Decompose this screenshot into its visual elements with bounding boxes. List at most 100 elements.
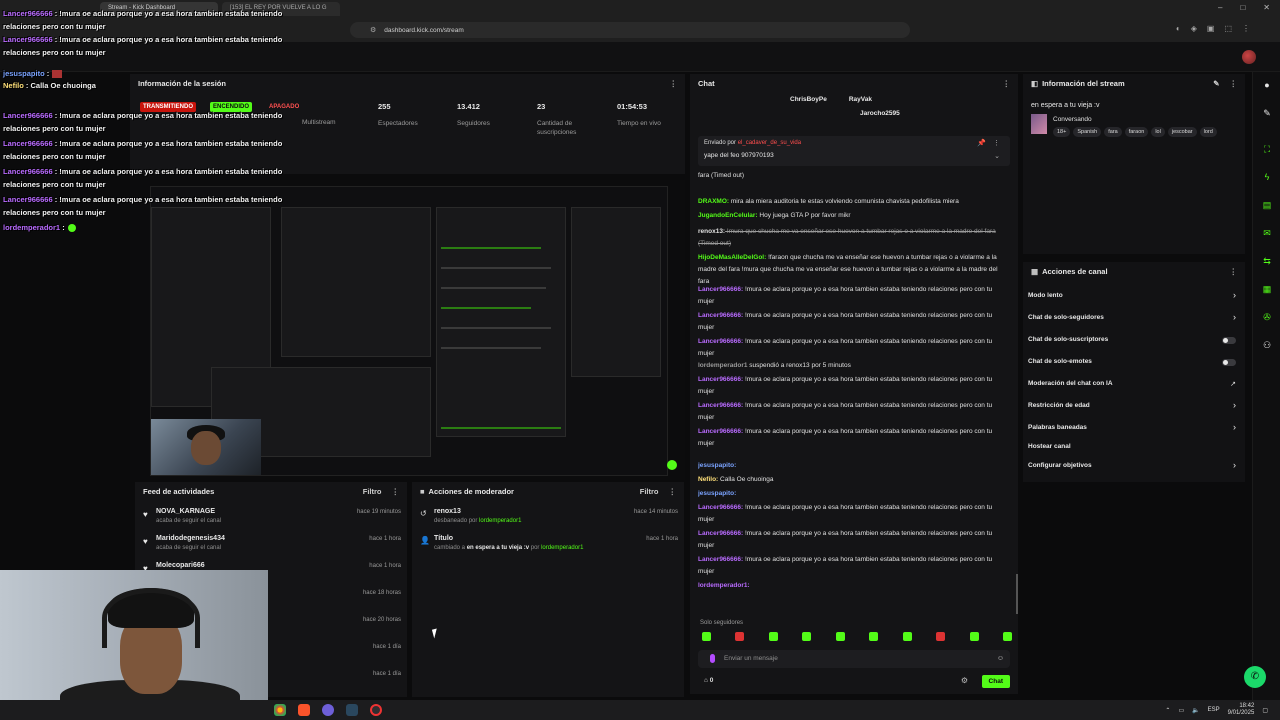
chat-username[interactable]: Lancer966666: [698, 504, 743, 511]
more-options-icon[interactable]: ⋮ [993, 139, 1000, 147]
chat-username[interactable]: Lancer966666: [698, 376, 743, 383]
mod-action-moderator[interactable]: lordemperador1 [479, 518, 521, 524]
stream-category[interactable]: Conversando [1053, 116, 1092, 123]
more-options-icon[interactable]: ⋮ [669, 487, 677, 496]
tag[interactable]: lord [1199, 127, 1217, 137]
top-user[interactable]: Jarocho2595 [860, 110, 900, 117]
chat-username[interactable]: DRAXMO: [698, 198, 729, 205]
gear-icon[interactable]: ⚙ [961, 676, 968, 685]
notifications-icon[interactable]: ▢ [1262, 707, 1268, 714]
toggle-switch[interactable] [1222, 359, 1236, 366]
close-icon[interactable]: ✕ [1263, 3, 1270, 12]
chat-username[interactable]: jesuspapito: [698, 490, 736, 497]
chat-username[interactable]: jesuspapito: [698, 462, 736, 469]
toggle-switch[interactable] [1222, 337, 1236, 344]
top-user[interactable]: ChrisBoyPe [790, 96, 827, 103]
more-options-icon[interactable]: ⋮ [1003, 79, 1011, 88]
rail-edit-icon[interactable]: ✎ [1260, 106, 1274, 120]
pinned-user[interactable]: el_cadaver_de_su_vida [738, 140, 801, 146]
chat-input-placeholder[interactable]: Enviar un mensaje [724, 655, 778, 662]
mod-action-moderator[interactable]: lordemperador1 [541, 545, 583, 551]
more-options-icon[interactable]: ⋮ [1230, 267, 1238, 276]
rail-dashboard-icon[interactable]: ● [1260, 78, 1274, 92]
chat-username[interactable]: JugandoEnCelular: [698, 212, 758, 219]
top-user[interactable]: RayVak [849, 96, 872, 103]
pin-icon[interactable]: 📌 [977, 139, 986, 147]
more-options-icon[interactable]: ⋮ [1230, 79, 1238, 88]
emote[interactable] [735, 632, 745, 641]
chat-message-input[interactable]: Enviar un mensaje ☺ [698, 650, 1010, 668]
channel-action-item[interactable]: Configurar objetivos › [1028, 460, 1240, 474]
chat-username[interactable]: Lancer966666: [698, 338, 743, 345]
tag[interactable]: fara [1104, 127, 1122, 137]
chevron-right-icon[interactable]: › [1233, 290, 1236, 300]
emote[interactable] [768, 632, 778, 641]
send-chat-button[interactable]: Chat [981, 675, 1010, 688]
chevron-up-icon[interactable]: ⌃ [1165, 707, 1170, 714]
emote[interactable] [835, 632, 845, 641]
obs-icon[interactable] [370, 704, 382, 716]
chat-username[interactable]: renox13: [698, 228, 725, 235]
chevron-right-icon[interactable]: › [1233, 460, 1236, 470]
tag[interactable]: Spanish [1073, 127, 1102, 137]
support-chat-button[interactable]: ✆ [1244, 666, 1266, 688]
tag[interactable]: jescobar [1167, 127, 1197, 137]
channel-action-item[interactable]: Restricción de edad › [1028, 400, 1240, 414]
chat-username[interactable]: Nefilo: [698, 476, 718, 483]
emote[interactable] [802, 632, 812, 641]
chat-username[interactable]: Lancer966666: [698, 530, 743, 537]
feed-username[interactable]: Maridodegenesis434 [156, 535, 225, 542]
chrome-icon[interactable] [274, 704, 286, 716]
external-link-icon[interactable]: ↗ [1230, 380, 1236, 388]
steam-icon[interactable] [346, 704, 358, 716]
channel-action-item[interactable]: Palabras baneadas › [1028, 422, 1240, 436]
chevron-down-icon[interactable]: ⌄ [994, 152, 1000, 160]
emote[interactable] [902, 632, 912, 641]
edit-icon[interactable]: ✎ [1213, 79, 1219, 88]
chat-username[interactable]: Lancer966666: [698, 556, 743, 563]
chevron-right-icon[interactable]: › [1233, 400, 1236, 410]
url-text[interactable]: dashboard.kick.com/stream [384, 27, 463, 34]
emote[interactable] [936, 632, 946, 641]
rail-people-icon[interactable]: ⚇ [1260, 338, 1274, 352]
rail-bolt-icon[interactable]: ϟ [1260, 170, 1274, 184]
brave-icon[interactable] [298, 704, 310, 716]
chat-username[interactable]: Lancer966666: [698, 286, 743, 293]
chat-username[interactable]: Lancer966666: [698, 312, 743, 319]
emote[interactable] [702, 632, 711, 641]
more-options-icon[interactable]: ⋮ [670, 79, 678, 88]
feed-username[interactable]: NOVA_KARNAGE [156, 508, 215, 515]
tag[interactable]: 18+ [1053, 127, 1071, 137]
tag[interactable]: faraon [1124, 127, 1149, 137]
network-icon[interactable]: ▭ [1178, 707, 1184, 714]
chevron-right-icon[interactable]: › [1233, 422, 1236, 432]
emote[interactable] [1002, 632, 1012, 641]
rail-mod-icon[interactable]: ⛶ [1260, 142, 1274, 156]
address-bar[interactable]: ⚙ dashboard.kick.com/stream [350, 22, 910, 38]
rail-link-icon[interactable]: ⇆ [1260, 254, 1274, 268]
channel-action-item[interactable]: Moderación del chat con IA ↗ [1028, 380, 1240, 392]
emote[interactable] [869, 632, 879, 641]
rail-card-icon[interactable]: ▤ [1260, 198, 1274, 212]
channel-action-item[interactable]: Hostear canal [1028, 443, 1240, 455]
site-info-icon[interactable]: ⚙ [370, 26, 376, 34]
filter-button[interactable]: Filtro [640, 487, 659, 496]
clock[interactable]: 18:42 9/01/2025 [1228, 703, 1255, 717]
volume-icon[interactable]: 🔈 [1192, 707, 1199, 714]
chat-message-list[interactable]: fara (Timed out) DRAXMO: mira ala miera a… [698, 170, 1010, 620]
extension-icon[interactable]: ⬚ [1224, 24, 1232, 33]
chat-scrollbar[interactable] [1016, 574, 1018, 614]
rail-grid-icon[interactable]: ▦ [1260, 282, 1274, 296]
emote[interactable] [969, 632, 979, 641]
rail-wrench-icon[interactable]: ✇ [1260, 310, 1274, 324]
language-indicator[interactable]: ESP [1208, 707, 1220, 713]
tag[interactable]: lol [1151, 127, 1165, 137]
extension-icon[interactable]: ⋮ [1242, 24, 1250, 33]
chevron-right-icon[interactable]: › [1233, 312, 1236, 322]
chat-username[interactable]: lordemperador1 [698, 362, 748, 369]
maximize-icon[interactable]: □ [1240, 3, 1245, 12]
discord-icon[interactable] [322, 704, 334, 716]
extension-icon[interactable]: ▣ [1207, 24, 1215, 33]
chat-user-count[interactable]: ⌂ 0 [704, 677, 713, 684]
avatar[interactable] [1242, 50, 1256, 64]
